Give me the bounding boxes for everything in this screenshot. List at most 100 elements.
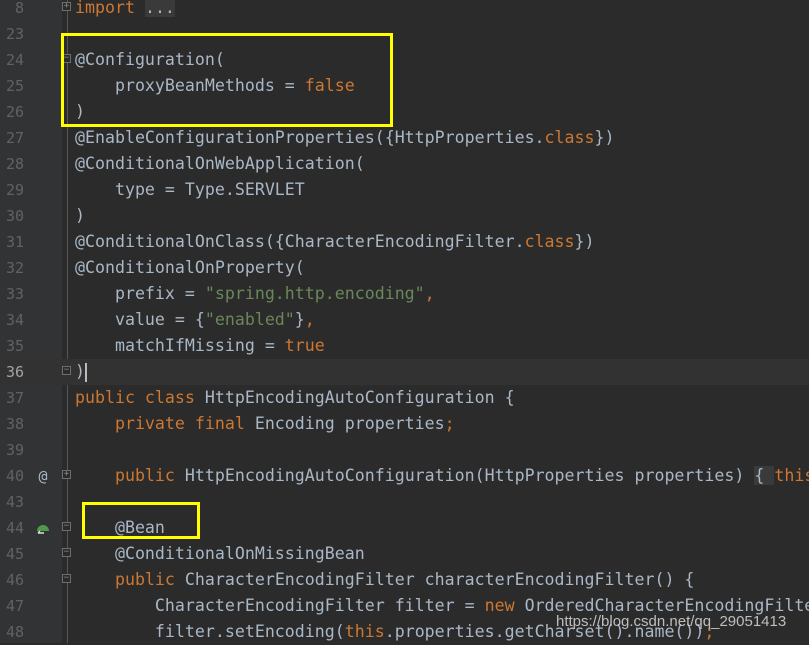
line-number: 27 xyxy=(5,129,24,147)
keyword-token: true xyxy=(284,336,325,355)
code-token: } xyxy=(294,310,305,329)
line-number: 36 xyxy=(5,363,24,381)
code-text: public CharacterEncodingFilter character… xyxy=(75,567,694,593)
code-line[interactable]: 30) xyxy=(0,203,809,229)
line-number: 31 xyxy=(5,233,24,251)
code-token: @ConditionalOnClass({CharacterEncodingFi… xyxy=(75,232,525,251)
code-token: @ConditionalOnMissingBean xyxy=(75,544,365,563)
code-text: ) xyxy=(75,203,85,229)
code-line[interactable]: 40 @ + public HttpEncodingAutoConfiguratio… xyxy=(0,463,809,489)
code-token: }) xyxy=(574,232,595,251)
line-number: 28 xyxy=(5,155,24,173)
code-line[interactable]: 46 − public CharacterEncodingFilter chara… xyxy=(0,567,809,593)
code-text: value = {"enabled"}, xyxy=(75,307,315,333)
line-number: 47 xyxy=(5,597,24,615)
line-number: 37 xyxy=(5,389,24,407)
fold-expand-icon[interactable]: + xyxy=(62,470,71,479)
keyword-token: , xyxy=(304,310,315,329)
code-text: matchIfMissing = true xyxy=(75,333,325,359)
code-line[interactable]: 36 −) xyxy=(0,359,809,385)
code-token: @ConditionalOnProperty( xyxy=(75,258,305,277)
keyword-token: this xyxy=(344,622,385,641)
line-number: 40 xyxy=(5,467,24,485)
code-token: @ConditionalOnWebApplication( xyxy=(75,154,365,173)
code-line[interactable]: 28 @ConditionalOnWebApplication( xyxy=(0,151,809,177)
text-caret xyxy=(85,363,87,382)
code-token: matchIfMissing = xyxy=(75,336,285,355)
keyword-token: , xyxy=(424,284,435,303)
code-token: ) xyxy=(75,362,85,381)
code-token: filter.setEncoding( xyxy=(75,622,345,641)
watermark: https://blog.csdn.net/qq_29051413 xyxy=(556,613,787,630)
code-text: @ConditionalOnClass({CharacterEncodingFi… xyxy=(75,229,595,255)
keyword-token: public class xyxy=(75,388,205,407)
keyword-token: ; xyxy=(444,414,455,433)
implementation-at-icon[interactable]: @ xyxy=(35,463,51,489)
code-line[interactable]: 34 value = {"enabled"}, xyxy=(0,307,809,333)
line-number: 39 xyxy=(5,441,24,459)
line-number: 44 xyxy=(5,519,24,537)
code-token: HttpEncodingAutoConfiguration(HttpProper… xyxy=(184,466,755,485)
fold-collapse-icon[interactable]: − xyxy=(62,548,71,557)
code-line[interactable]: 29 type = Type.SERVLET xyxy=(0,177,809,203)
code-text: @ConditionalOnWebApplication( xyxy=(75,151,365,177)
line-number: 45 xyxy=(5,545,24,563)
keyword-token: class xyxy=(524,232,575,251)
code-line[interactable]: 31 @ConditionalOnClass({CharacterEncoding… xyxy=(0,229,809,255)
code-token: }) xyxy=(594,128,615,147)
code-text: @ConditionalOnMissingBean xyxy=(75,541,365,567)
code-token: CharacterEncodingFilter filter = xyxy=(75,596,485,615)
code-token: CharacterEncodingFilter characterEncodin… xyxy=(184,570,695,589)
keyword-token: import xyxy=(75,0,135,17)
fold-collapse-icon[interactable]: − xyxy=(62,366,71,375)
code-token: Encoding properties xyxy=(254,414,445,433)
keyword-token: public xyxy=(75,570,185,589)
code-text: @ConditionalOnProperty( xyxy=(75,255,305,281)
code-token: value = { xyxy=(75,310,205,329)
highlight-box-bean xyxy=(82,502,200,539)
line-number: 24 xyxy=(5,51,24,69)
spring-bean-icon[interactable] xyxy=(35,515,51,544)
line-number: 43 xyxy=(5,493,24,511)
code-token: type = Type.SERVLET xyxy=(75,180,305,199)
code-token: HttpEncodingAutoConfiguration { xyxy=(204,388,515,407)
code-text: import ... xyxy=(75,0,175,21)
code-line[interactable]: 27 @EnableConfigurationProperties({HttpPr… xyxy=(0,125,809,151)
fold-collapse-icon[interactable]: − xyxy=(62,574,71,583)
keyword-token: class xyxy=(544,128,595,147)
string-token: "spring.http.encoding" xyxy=(204,284,425,303)
code-line[interactable]: 38 private final Encoding properties; xyxy=(0,411,809,437)
keyword-token: public xyxy=(75,466,185,485)
line-number: 30 xyxy=(5,207,24,225)
line-number: 33 xyxy=(5,285,24,303)
code-line[interactable]: 37 public class HttpEncodingAutoConfigura… xyxy=(0,385,809,411)
code-text: type = Type.SERVLET xyxy=(75,177,305,203)
folded-code-placeholder[interactable]: ... xyxy=(144,0,175,17)
line-number: 8 xyxy=(14,0,24,17)
line-number: 38 xyxy=(5,415,24,433)
line-number: 32 xyxy=(5,259,24,277)
line-number: 26 xyxy=(5,103,24,121)
code-token: ) xyxy=(75,206,85,225)
fold-collapse-icon[interactable]: − xyxy=(62,522,71,531)
line-number: 46 xyxy=(5,571,24,589)
code-text: private final Encoding properties; xyxy=(75,411,455,437)
code-line[interactable]: 35 matchIfMissing = true xyxy=(0,333,809,359)
folded-code-placeholder[interactable]: { xyxy=(754,466,775,485)
code-line[interactable]: 33 prefix = "spring.http.encoding", xyxy=(0,281,809,307)
line-number: 25 xyxy=(5,77,24,95)
highlight-box-configuration xyxy=(61,33,393,127)
keyword-token: new xyxy=(484,596,525,615)
code-text: ) xyxy=(75,359,87,385)
code-line[interactable]: 8 + import ... xyxy=(0,0,809,21)
code-text: public class HttpEncodingAutoConfigurati… xyxy=(75,385,515,411)
code-line[interactable]: 39 xyxy=(0,437,809,463)
code-text: prefix = "spring.http.encoding", xyxy=(75,281,435,307)
line-number: 35 xyxy=(5,337,24,355)
code-line[interactable]: 45 − @ConditionalOnMissingBean xyxy=(0,541,809,567)
code-text: public HttpEncodingAutoConfiguration(Htt… xyxy=(75,463,809,489)
fold-expand-icon[interactable]: + xyxy=(62,2,71,11)
code-line[interactable]: 32 @ConditionalOnProperty( xyxy=(0,255,809,281)
line-number: 48 xyxy=(5,623,24,641)
